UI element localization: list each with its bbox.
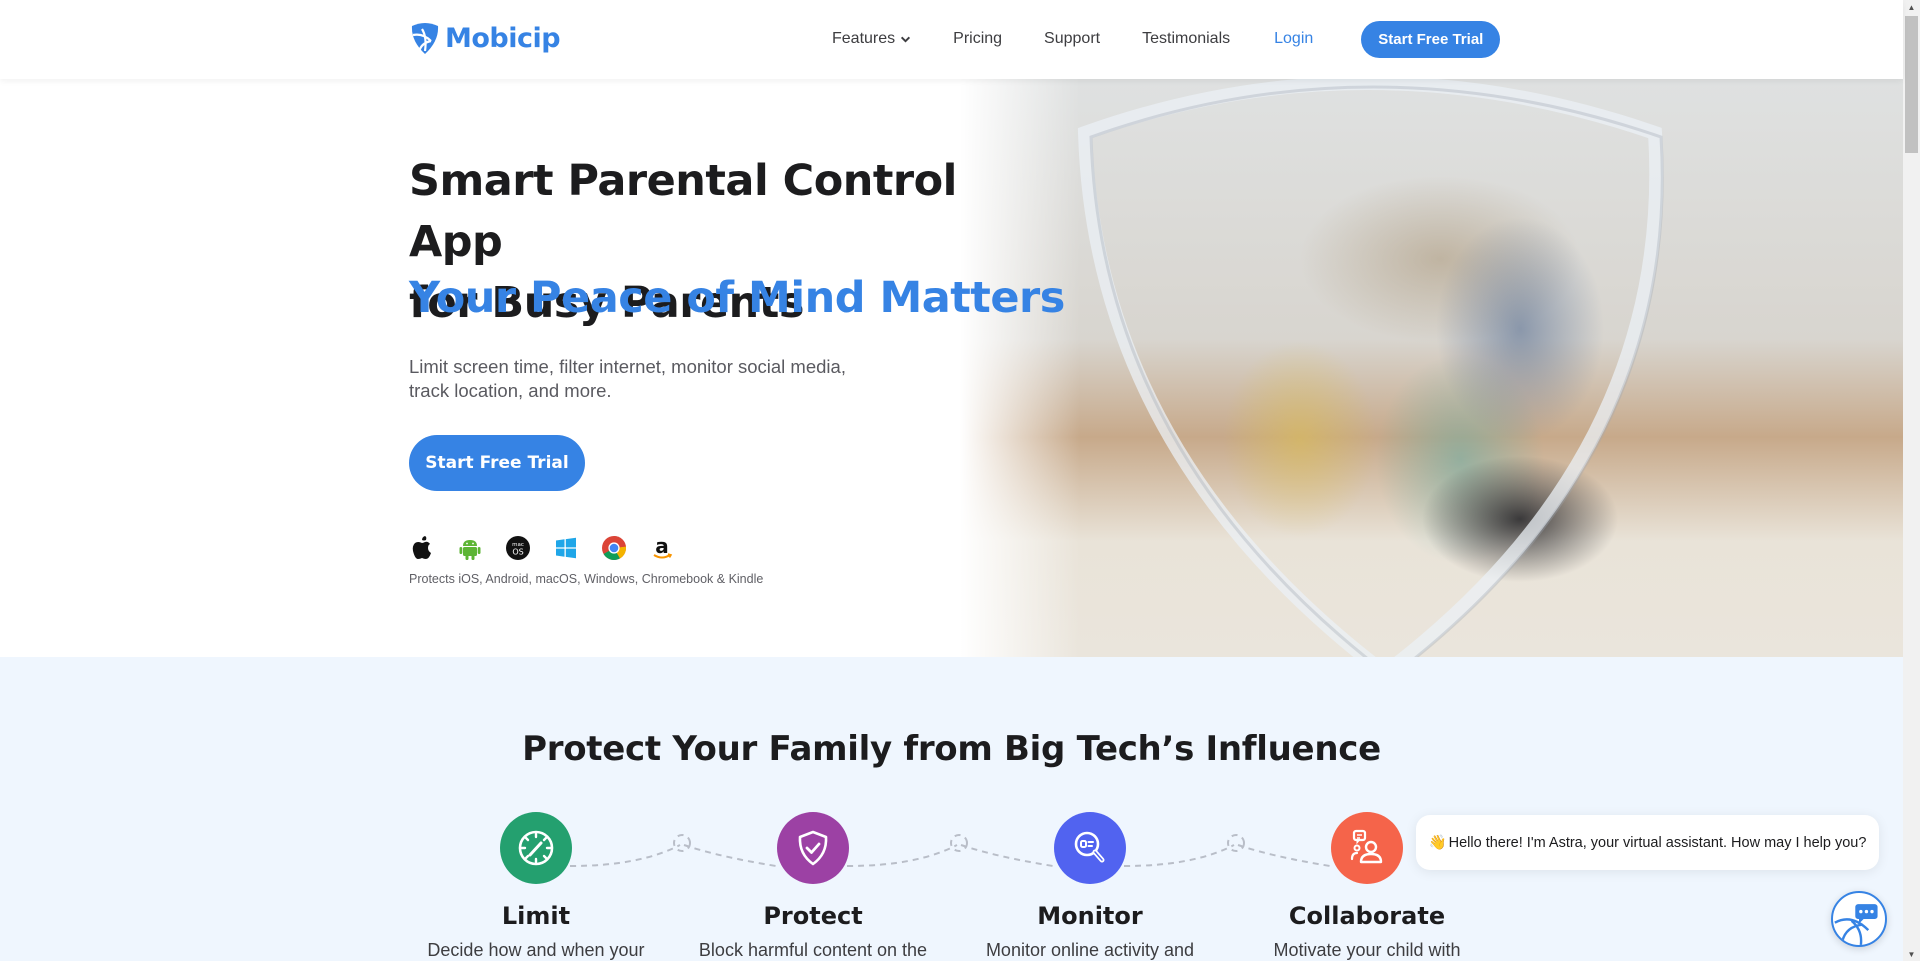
features-title: Protect Your Family from Big Tech’s Infl… <box>522 729 1381 769</box>
feature-monitor[interactable]: Monitor Monitor online activity and <box>970 812 1210 961</box>
chat-greeting-bubble[interactable]: 👋 Hello there! I'm Astra, your virtual a… <box>1416 815 1879 870</box>
feature-name: Protect <box>763 902 863 930</box>
hero-section: Smart Parental Control App for Busy Pare… <box>0 79 1903 657</box>
hero-tagline: Your Peace of Mind Matters <box>409 273 1065 323</box>
feature-desc: Block harmful content on the <box>698 940 928 960</box>
android-icon <box>457 535 483 561</box>
scroll-thumb[interactable] <box>1905 16 1918 153</box>
people-chat-icon <box>1331 812 1403 884</box>
platform-icons: mac OS a <box>409 535 675 561</box>
magnifier-icon <box>1054 812 1126 884</box>
nav-support[interactable]: Support <box>1044 30 1100 48</box>
apple-icon <box>409 535 435 561</box>
feature-desc: Motivate your child with <box>1273 940 1461 960</box>
feature-name: Monitor <box>1037 902 1143 930</box>
logo[interactable]: Mobicip <box>409 21 561 55</box>
chevron-down-icon <box>901 36 911 43</box>
feature-desc: Monitor online activity and <box>985 940 1195 960</box>
feature-desc: Decide how and when your <box>427 940 645 960</box>
hero-description: Limit screen time, filter internet, moni… <box>409 356 846 401</box>
macos-icon: mac OS <box>505 535 531 561</box>
speedometer-icon <box>500 812 572 884</box>
page-scrollbar[interactable]: ▲ ▼ <box>1903 0 1920 961</box>
mobicip-shield-logo-icon <box>411 23 439 54</box>
nav-testimonials[interactable]: Testimonials <box>1142 30 1230 48</box>
waving-hand-icon: 👋 <box>1428 835 1447 851</box>
svg-text:a: a <box>655 535 669 558</box>
chat-assistant-icon <box>1834 904 1878 945</box>
nav-pricing[interactable]: Pricing <box>953 30 1002 48</box>
feature-connector-path <box>569 834 1331 867</box>
scroll-down-arrow-icon[interactable]: ▼ <box>1903 947 1920 961</box>
feature-name: Limit <box>501 902 571 930</box>
shield-check-icon <box>777 812 849 884</box>
nav-features-label: Features <box>832 30 896 47</box>
feature-name: Collaborate <box>1288 902 1446 930</box>
chat-launcher-button[interactable] <box>1831 891 1887 947</box>
site-header: Mobicip Features Pricing Support Testimo… <box>0 0 1903 79</box>
features-section: Protect Your Family from Big Tech’s Infl… <box>0 657 1903 961</box>
hero-title-line1: Smart Parental Control App <box>409 156 957 267</box>
windows-icon <box>553 535 579 561</box>
scroll-up-arrow-icon[interactable]: ▲ <box>1903 0 1920 14</box>
nav-features[interactable]: Features <box>832 30 911 48</box>
chat-greeting-text: Hello there! I'm Astra, your virtual ass… <box>1448 834 1867 851</box>
main-nav: Features Pricing Support Testimonials Lo… <box>832 20 1501 58</box>
platforms-caption: Protects iOS, Android, macOS, Windows, C… <box>409 572 764 586</box>
login-link[interactable]: Login <box>1274 30 1313 48</box>
logo-text: Mobicip <box>445 22 561 54</box>
svg-text:OS: OS <box>512 548 523 557</box>
hero-start-trial-button[interactable]: Start Free Trial <box>409 435 585 491</box>
hero-shield-frame-icon <box>1077 79 1664 657</box>
amazon-icon: a <box>649 535 675 561</box>
header-start-trial-button[interactable]: Start Free Trial <box>1361 20 1501 58</box>
chrome-icon <box>601 535 627 561</box>
feature-protect[interactable]: Protect Block harmful content on the <box>693 812 933 961</box>
feature-limit[interactable]: Limit Decide how and when your <box>416 812 656 961</box>
